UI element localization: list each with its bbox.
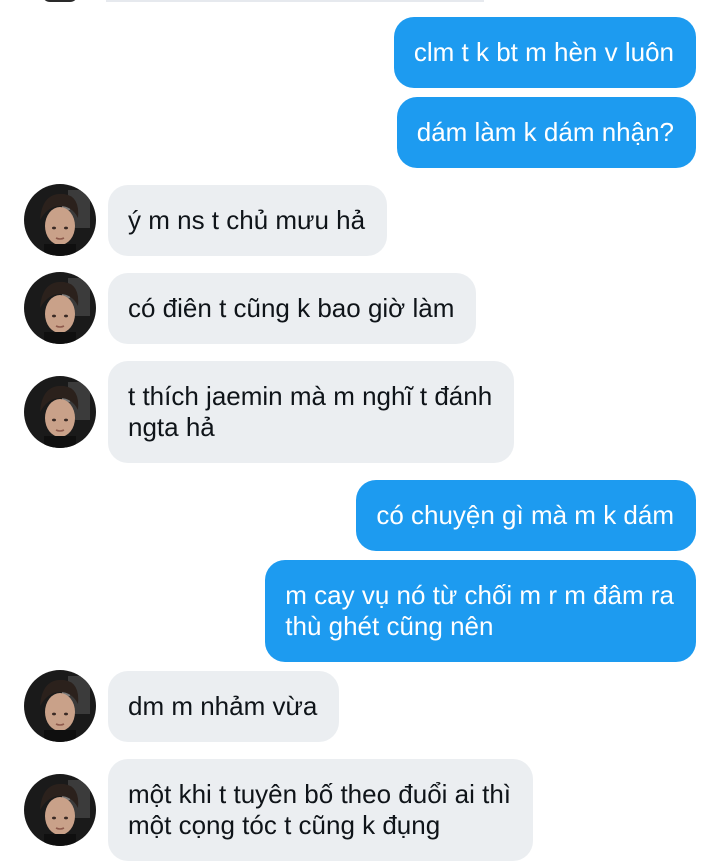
message-row-sent: clm t k bt m hèn v luôn xyxy=(0,16,720,88)
contact-avatar[interactable] xyxy=(24,773,96,846)
message-row-received: một khi t tuyên bố theo đuổi ai thì một … xyxy=(0,758,720,861)
bubble-fragment xyxy=(106,0,484,2)
message-bubble-sent[interactable]: dám làm k dám nhận? xyxy=(396,96,696,168)
contact-avatar[interactable] xyxy=(24,272,96,344)
message-row-received: ý m ns t chủ mưu hả xyxy=(0,184,720,256)
avatar-fragment xyxy=(42,0,78,2)
message-row-received: dm m nhảm vừa xyxy=(0,670,720,742)
message-bubble-received[interactable]: có điên t cũng k bao giờ làm xyxy=(108,272,477,344)
message-bubble-received[interactable]: một khi t tuyên bố theo đuổi ai thì một … xyxy=(108,758,534,861)
message-row-sent: có chuyện gì mà m k dám xyxy=(0,479,720,551)
message-list: clm t k bt m hèn v luôn dám làm k dám nh… xyxy=(0,16,720,861)
message-bubble-received[interactable]: ý m ns t chủ mưu hả xyxy=(108,184,388,256)
message-row-sent: dám làm k dám nhận? xyxy=(0,96,720,168)
contact-avatar[interactable] xyxy=(24,375,96,448)
message-bubble-sent[interactable]: m cay vụ nó từ chối m r m đâm ra thù ghé… xyxy=(265,559,696,662)
previous-message-fragment xyxy=(0,0,720,4)
message-bubble-sent[interactable]: clm t k bt m hèn v luôn xyxy=(393,16,696,88)
message-row-received: t thích jaemin mà m nghĩ t đánh ngta hả xyxy=(0,360,720,463)
contact-avatar[interactable] xyxy=(24,670,96,742)
message-row-received: có điên t cũng k bao giờ làm xyxy=(0,272,720,344)
message-row-sent: m cay vụ nó từ chối m r m đâm ra thù ghé… xyxy=(0,559,720,662)
message-bubble-sent[interactable]: có chuyện gì mà m k dám xyxy=(356,479,696,551)
message-bubble-received[interactable]: dm m nhảm vừa xyxy=(108,670,340,742)
message-bubble-received[interactable]: t thích jaemin mà m nghĩ t đánh ngta hả xyxy=(108,360,515,463)
contact-avatar[interactable] xyxy=(24,184,96,256)
